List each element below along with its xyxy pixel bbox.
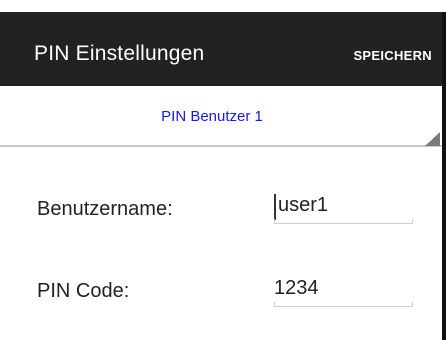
pin-field[interactable]: 1234 <box>274 273 413 307</box>
username-underline-tick-right <box>412 219 413 224</box>
spinner-underline <box>0 145 442 147</box>
pin-underline <box>274 306 413 307</box>
pin-underline-tick-right <box>412 302 413 307</box>
window-edge <box>442 86 446 340</box>
pin-settings-screen: PIN Einstellungen SPEICHERN PIN Benutzer… <box>0 0 446 340</box>
username-underline <box>274 223 413 224</box>
action-bar: PIN Einstellungen SPEICHERN <box>0 12 446 86</box>
pin-underline-tick-left <box>274 302 275 307</box>
text-cursor <box>274 194 276 220</box>
save-button[interactable]: SPEICHERN <box>353 48 432 63</box>
username-label: Benutzername: <box>37 198 173 220</box>
username-underline-tick-left <box>274 219 275 224</box>
username-field[interactable]: user1 <box>274 190 413 224</box>
status-strip <box>0 0 446 12</box>
pin-label: PIN Code: <box>37 280 130 302</box>
user-spinner[interactable]: PIN Benutzer 1 <box>0 86 446 148</box>
username-value: user1 <box>278 194 329 216</box>
page-title: PIN Einstellungen <box>34 42 205 65</box>
spinner-selected-value: PIN Benutzer 1 <box>161 108 263 125</box>
pin-value: 1234 <box>274 277 319 299</box>
dropdown-triangle-icon <box>425 132 440 146</box>
